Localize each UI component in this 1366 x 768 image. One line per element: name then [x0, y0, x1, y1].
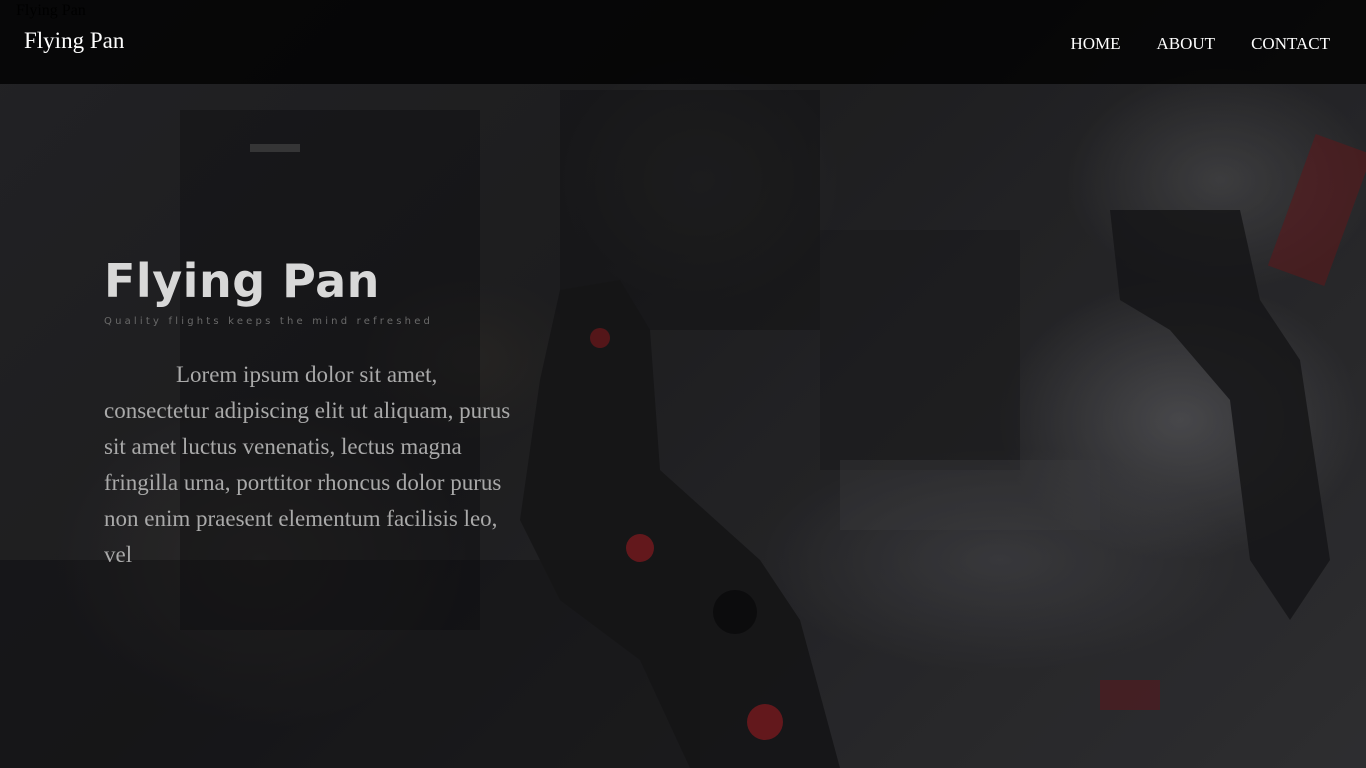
- hero-content: Flying Pan Quality flights keeps the min…: [104, 252, 524, 573]
- brand-link[interactable]: Flying Pan: [24, 28, 124, 54]
- hero-title: Flying Pan: [104, 254, 380, 308]
- document-title: Flying Pan: [16, 2, 86, 19]
- page: Flying Pan Flying Pan HOME ABOUT CONTACT…: [0, 0, 1366, 768]
- hero-body-text: Lorem ipsum dolor sit amet, consectetur …: [104, 362, 511, 567]
- nav-links: HOME ABOUT CONTACT: [1070, 34, 1330, 54]
- nav-link-contact[interactable]: CONTACT: [1251, 34, 1330, 54]
- nav-link-home[interactable]: HOME: [1070, 34, 1120, 54]
- nav-link-about[interactable]: ABOUT: [1157, 34, 1216, 54]
- navbar: Flying Pan HOME ABOUT CONTACT: [0, 0, 1366, 84]
- hero-tagline: Quality flights keeps the mind refreshed: [104, 316, 434, 327]
